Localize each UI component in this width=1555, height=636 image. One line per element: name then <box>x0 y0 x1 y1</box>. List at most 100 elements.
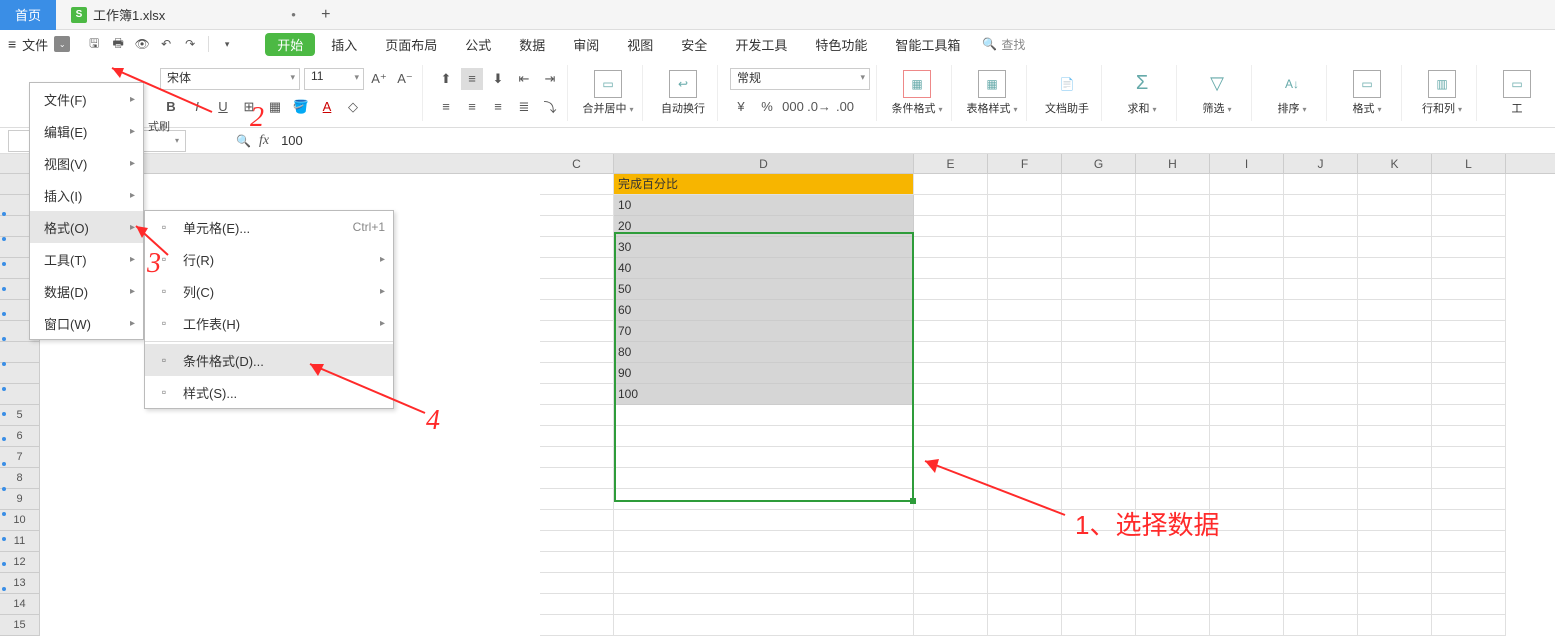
cell[interactable] <box>988 573 1062 594</box>
cell[interactable] <box>1062 531 1136 552</box>
align-right-icon[interactable]: ≡ <box>487 96 509 118</box>
cell[interactable] <box>1358 573 1432 594</box>
cell[interactable] <box>540 510 614 531</box>
cell[interactable] <box>1432 300 1506 321</box>
chevron-down-icon[interactable]: ▾ <box>217 34 237 54</box>
cell[interactable] <box>914 279 988 300</box>
ribbon-tab-view[interactable]: 视图 <box>615 35 665 54</box>
cell[interactable] <box>1062 237 1136 258</box>
undo-icon[interactable]: ↶ <box>156 34 176 54</box>
cell[interactable] <box>1432 321 1506 342</box>
menu-item[interactable]: ▫工作表(H)▸ <box>145 307 393 339</box>
cell[interactable] <box>1210 342 1284 363</box>
cell[interactable] <box>988 300 1062 321</box>
cell[interactable] <box>1284 363 1358 384</box>
cell[interactable] <box>1062 552 1136 573</box>
cell[interactable] <box>1136 216 1210 237</box>
cell[interactable] <box>1284 342 1358 363</box>
row-header[interactable]: 6 <box>0 426 40 447</box>
cell[interactable] <box>1284 279 1358 300</box>
ribbon-tab-start[interactable]: 开始 <box>265 33 315 56</box>
cell[interactable] <box>1210 300 1284 321</box>
menu-item[interactable]: 插入(I)▸ <box>30 179 143 211</box>
cell[interactable] <box>1136 195 1210 216</box>
ribbon-tab-insert[interactable]: 插入 <box>319 35 369 54</box>
cell[interactable] <box>1210 510 1284 531</box>
cell[interactable] <box>1432 615 1506 636</box>
search-box[interactable]: 🔍 查找 <box>982 36 1025 53</box>
formula-value[interactable]: 100 <box>281 133 303 148</box>
cell[interactable] <box>1136 237 1210 258</box>
cell[interactable] <box>1062 258 1136 279</box>
cell[interactable] <box>1062 363 1136 384</box>
tab-workbook[interactable]: S 工作簿1.xlsx • <box>56 0 311 30</box>
menu-item[interactable]: 工具(T)▸ <box>30 243 143 275</box>
col-header[interactable]: D <box>614 154 914 173</box>
cell[interactable] <box>1432 426 1506 447</box>
cell[interactable] <box>1284 321 1358 342</box>
cell[interactable] <box>988 405 1062 426</box>
cell[interactable]: 90 <box>614 363 914 384</box>
cell[interactable] <box>1136 342 1210 363</box>
col-header[interactable]: J <box>1284 154 1358 173</box>
cell[interactable] <box>914 258 988 279</box>
cell[interactable] <box>914 321 988 342</box>
cell[interactable] <box>1284 426 1358 447</box>
cell[interactable] <box>1432 174 1506 195</box>
conditional-format-button[interactable]: ▦ 条件格式 ▾ <box>889 65 945 121</box>
cell[interactable] <box>1358 615 1432 636</box>
cell[interactable] <box>1284 195 1358 216</box>
cell[interactable] <box>1358 552 1432 573</box>
file-dropdown-icon[interactable]: ⌄ <box>54 36 70 52</box>
indent-decrease-icon[interactable]: ⇤ <box>513 68 535 90</box>
sort-button[interactable]: A↓ 排序 ▾ <box>1264 65 1320 121</box>
cell[interactable] <box>1210 216 1284 237</box>
cell[interactable] <box>1136 531 1210 552</box>
cell[interactable] <box>1210 321 1284 342</box>
cell[interactable] <box>1062 594 1136 615</box>
cell[interactable] <box>540 426 614 447</box>
cell[interactable] <box>1210 237 1284 258</box>
cell[interactable]: 60 <box>614 300 914 321</box>
ribbon-tab-data[interactable]: 数据 <box>507 35 557 54</box>
cell[interactable] <box>540 447 614 468</box>
cell[interactable] <box>1210 279 1284 300</box>
cell[interactable] <box>1432 384 1506 405</box>
cell[interactable] <box>1136 405 1210 426</box>
cell[interactable] <box>540 321 614 342</box>
cell[interactable] <box>1432 510 1506 531</box>
cell[interactable] <box>1062 174 1136 195</box>
cell[interactable] <box>1358 258 1432 279</box>
cell[interactable] <box>914 426 988 447</box>
cell[interactable] <box>1062 426 1136 447</box>
cell[interactable] <box>1136 300 1210 321</box>
cell[interactable] <box>914 531 988 552</box>
cell[interactable] <box>1210 531 1284 552</box>
menu-item[interactable]: 视图(V)▸ <box>30 147 143 179</box>
cell[interactable] <box>1210 615 1284 636</box>
col-header[interactable]: F <box>988 154 1062 173</box>
decimal-inc-icon[interactable]: .0→ <box>808 96 830 118</box>
cell[interactable] <box>1210 447 1284 468</box>
cell[interactable] <box>540 384 614 405</box>
col-header[interactable]: G <box>1062 154 1136 173</box>
row-header[interactable]: 8 <box>0 468 40 489</box>
row-header[interactable]: 5 <box>0 405 40 426</box>
ribbon-tab-layout[interactable]: 页面布局 <box>373 35 449 54</box>
cell[interactable] <box>1358 174 1432 195</box>
cell[interactable] <box>1284 531 1358 552</box>
cell[interactable] <box>1210 363 1284 384</box>
cell[interactable] <box>1284 405 1358 426</box>
cell[interactable] <box>540 531 614 552</box>
cell[interactable] <box>1136 447 1210 468</box>
cell[interactable] <box>1358 468 1432 489</box>
cell[interactable] <box>1210 405 1284 426</box>
cell[interactable] <box>1432 552 1506 573</box>
cell[interactable] <box>1136 363 1210 384</box>
cell[interactable] <box>988 342 1062 363</box>
cell[interactable] <box>614 573 914 594</box>
indent-increase-icon[interactable]: ⇥ <box>539 68 561 90</box>
file-menu[interactable]: 文件 <box>20 35 50 54</box>
cell[interactable] <box>1284 384 1358 405</box>
cell[interactable] <box>1062 342 1136 363</box>
